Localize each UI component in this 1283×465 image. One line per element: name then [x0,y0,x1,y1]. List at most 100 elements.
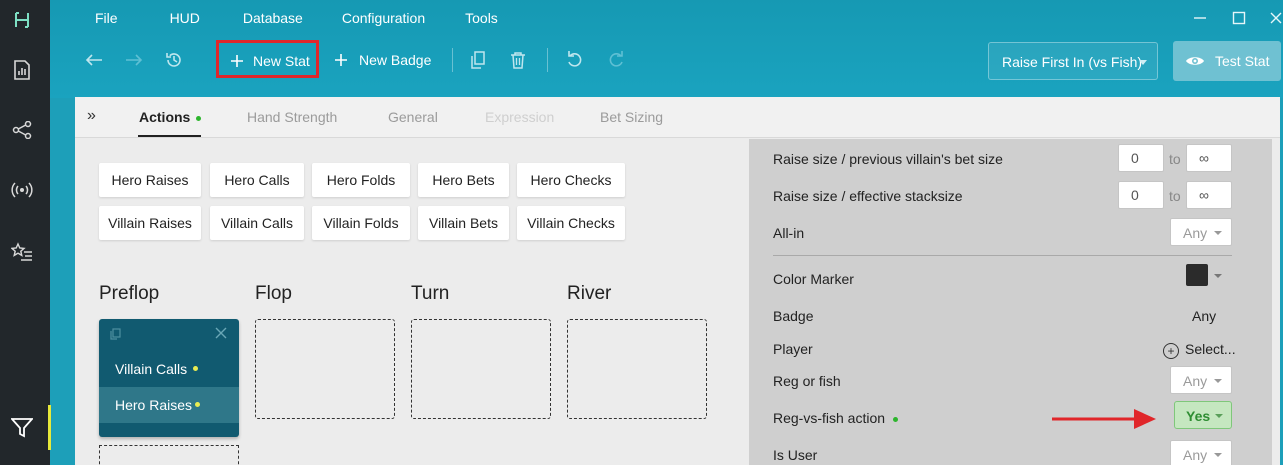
toolbar: New Stat New Badge Raise First In (vs Fi… [50,40,1283,81]
active-dot [893,416,899,422]
close-icon[interactable] [215,326,229,340]
hero-checks-button[interactable]: Hero Checks [517,163,625,197]
history-icon[interactable] [164,50,184,70]
all-in-select[interactable]: Any [1170,218,1232,246]
close-window-icon[interactable] [1266,8,1283,28]
chevron-down-icon [1139,60,1147,65]
tab-bet-sizing[interactable]: Bet Sizing [600,109,663,125]
new-badge-button[interactable]: New Badge [331,40,441,78]
is-user-select[interactable]: Any [1170,440,1232,465]
reg-vs-fish-label: Reg-vs-fish action [773,410,899,426]
tab-bar: » Actions Hand Strength General Expressi… [75,97,1280,138]
expand-panel-icon[interactable]: » [87,107,96,125]
reg-vs-fish-select[interactable]: Yes [1174,401,1232,429]
badge-label: Badge [773,308,814,324]
redo-icon[interactable] [606,49,626,69]
badge-value[interactable]: Any [1192,308,1216,324]
street-title-turn: Turn [411,283,450,304]
share-nodes-icon[interactable] [10,118,34,142]
test-stat-button[interactable]: Test Stat [1173,41,1281,81]
card-header [99,319,239,349]
raise-prev-to-input[interactable]: ∞ [1186,144,1232,172]
stat-preset-value: Raise First In (vs Fish) [1002,54,1143,70]
tab-actions[interactable]: Actions [137,109,202,137]
card-row[interactable]: Villain Calls [99,351,239,387]
test-stat-label: Test Stat [1215,53,1270,69]
status-dot [195,402,200,407]
raise-stack-to-input[interactable]: ∞ [1186,181,1232,209]
menu-file[interactable]: File [95,10,118,26]
minimize-icon[interactable] [1190,8,1210,28]
new-stat-label: New Stat [253,53,310,69]
card-row-label: Hero Raises [115,397,193,413]
menu-database[interactable]: Database [243,10,303,26]
villain-bets-button[interactable]: Villain Bets [418,206,509,240]
top-bar: File HUD Database Configuration Tools Ne… [50,0,1283,98]
preflop-drop-zone[interactable] [99,445,239,465]
new-stat-button[interactable]: New Stat [216,40,319,78]
active-dot [196,115,202,121]
tab-general[interactable]: General [388,109,438,125]
plus-icon [331,50,351,70]
reg-or-fish-value: Any [1183,373,1208,389]
menu-tools[interactable]: Tools [465,10,498,26]
chevron-down-icon [1215,414,1223,418]
active-indicator [48,405,51,450]
new-badge-label: New Badge [359,52,432,68]
raise-prev-label: Raise size / previous villain's bet size [773,151,1003,167]
annotation-arrow-icon [1052,409,1156,429]
left-sidebar [0,0,51,465]
eye-icon [1185,51,1205,71]
logo-h-icon [10,8,34,32]
copy-icon[interactable] [468,50,488,70]
villain-checks-button[interactable]: Villain Checks [517,206,625,240]
tab-expression: Expression [485,109,555,125]
plus-icon [227,51,247,71]
range-to-label: to [1169,188,1181,204]
card-row[interactable]: Hero Raises [99,387,239,423]
filter-icon[interactable] [10,416,34,440]
chevron-down-icon [1214,231,1222,235]
villain-raises-button[interactable]: Villain Raises [99,206,201,240]
star-list-icon[interactable] [10,240,34,264]
menu-bar: File HUD Database Configuration Tools [50,0,498,36]
hero-folds-button[interactable]: Hero Folds [312,163,410,197]
hero-calls-button[interactable]: Hero Calls [210,163,304,197]
add-player-icon[interactable]: + [1163,343,1179,359]
chevron-down-icon[interactable] [1214,274,1222,278]
reg-or-fish-label: Reg or fish [773,373,841,389]
flop-drop-zone[interactable] [255,319,395,419]
card-row-label: Villain Calls [115,361,188,377]
is-user-label: Is User [773,447,818,463]
trash-icon[interactable] [508,50,528,70]
street-title-preflop: Preflop [99,283,160,304]
scrollbar[interactable] [1272,139,1280,465]
hero-raises-button[interactable]: Hero Raises [99,163,201,197]
maximize-icon[interactable] [1229,8,1249,28]
raise-prev-from-input[interactable]: 0 [1118,144,1164,172]
stat-preset-select[interactable]: Raise First In (vs Fish) [988,42,1158,80]
broadcast-icon[interactable] [10,178,34,202]
player-select-value[interactable]: Select... [1185,341,1236,357]
report-icon[interactable] [10,58,34,82]
villain-folds-button[interactable]: Villain Folds [312,206,410,240]
river-drop-zone[interactable] [567,319,707,419]
chevron-down-icon [1214,379,1222,383]
menu-configuration[interactable]: Configuration [342,10,425,26]
reg-or-fish-select[interactable]: Any [1170,366,1232,394]
toolbar-divider [547,48,548,72]
copy-icon[interactable] [109,327,123,341]
turn-drop-zone[interactable] [411,319,551,419]
forward-arrow-icon[interactable] [124,50,144,70]
villain-calls-button[interactable]: Villain Calls [210,206,304,240]
menu-hud[interactable]: HUD [170,10,200,26]
back-arrow-icon[interactable] [84,50,104,70]
filter-panel: Raise size / previous villain's bet size… [749,139,1280,465]
toolbar-divider [452,48,453,72]
color-marker-swatch[interactable] [1186,264,1208,286]
hero-bets-button[interactable]: Hero Bets [418,163,509,197]
tab-hand-strength[interactable]: Hand Strength [247,109,337,125]
raise-stack-from-input[interactable]: 0 [1118,181,1164,209]
preflop-action-card[interactable]: Villain Calls Hero Raises [99,319,239,437]
undo-icon[interactable] [565,49,585,69]
